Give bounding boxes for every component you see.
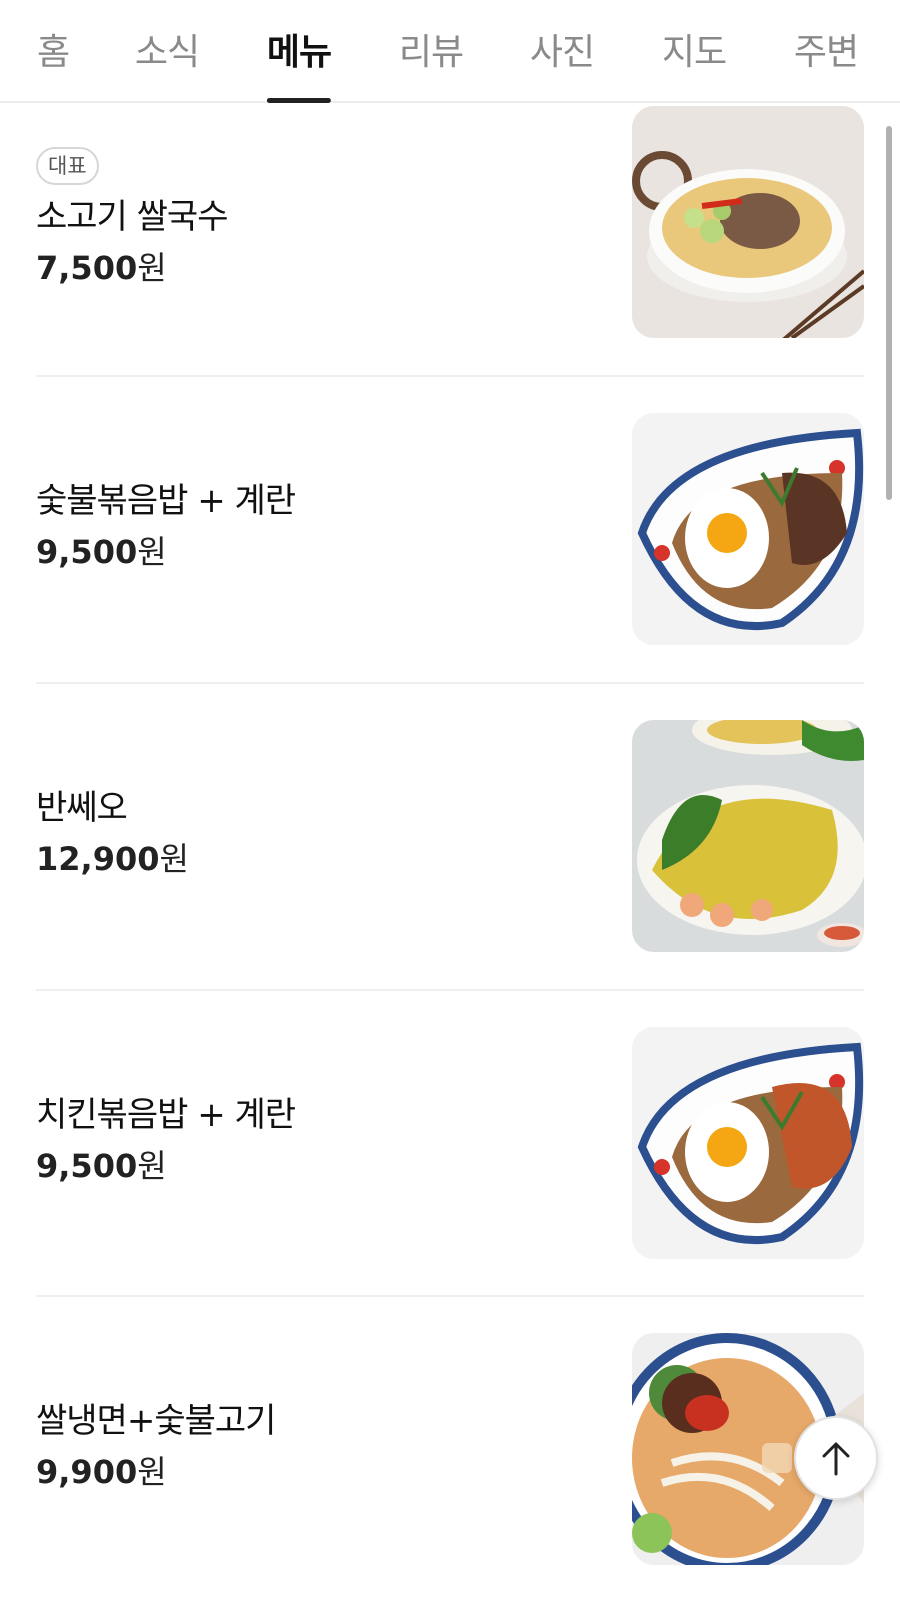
menu-item[interactable]: 쌀냉면+숯불고기 9,900원 [36, 1297, 864, 1607]
tab-home[interactable]: 홈 [37, 0, 70, 103]
tab-map[interactable]: 지도 [662, 0, 727, 103]
tab-reviews[interactable]: 리뷰 [399, 0, 464, 103]
menu-item-name: 숯불볶음밥 + 계란 [36, 481, 296, 521]
menu-item-price: 7,500원 [36, 249, 167, 287]
menu-item-price: 12,900원 [36, 840, 189, 878]
menu-item-name: 쌀냉면+숯불고기 [36, 1401, 276, 1441]
scrollbar[interactable] [886, 126, 892, 500]
tab-menu[interactable]: 메뉴 [266, 0, 332, 103]
menu-item-name: 치킨볶음밥 + 계란 [36, 1095, 296, 1135]
menu-item[interactable]: 반쎄오 12,900원 [36, 684, 864, 991]
menu-item-text: 반쎄오 12,900원 [36, 786, 189, 880]
menu-item[interactable]: 숯불볶음밥 + 계란 9,500원 [36, 377, 864, 684]
beef-pho-photo[interactable] [632, 106, 864, 338]
menu-item[interactable]: 대표 소고기 쌀국수 7,500원 [36, 103, 864, 377]
tab-photos[interactable]: 사진 [530, 0, 595, 103]
tab-news[interactable]: 소식 [135, 0, 200, 103]
banh-xeo-photo[interactable] [632, 720, 864, 952]
menu-item-text: 쌀냉면+숯불고기 9,900원 [36, 1399, 276, 1493]
chicken-fried-rice-photo[interactable] [632, 1027, 864, 1259]
charcoal-fried-rice-photo[interactable] [632, 413, 864, 645]
menu-item-name: 반쎄오 [36, 788, 128, 828]
menu-item-text: 숯불볶음밥 + 계란 9,500원 [36, 479, 296, 573]
tab-bar: 홈 소식 메뉴 리뷰 사진 지도 주변 [0, 0, 900, 103]
menu-item-price: 9,900원 [36, 1453, 167, 1491]
menu-item-name: 소고기 쌀국수 [36, 197, 228, 237]
menu-item[interactable]: 치킨볶음밥 + 계란 9,500원 [36, 991, 864, 1297]
tab-nearby[interactable]: 주변 [794, 0, 859, 103]
scroll-to-top-button[interactable] [794, 1416, 878, 1500]
menu-item-text: 대표 소고기 쌀국수 7,500원 [36, 147, 228, 289]
menu-item-price: 9,500원 [36, 533, 167, 571]
menu-item-text: 치킨볶음밥 + 계란 9,500원 [36, 1093, 296, 1187]
signature-badge: 대표 [36, 147, 99, 185]
arrow-up-icon [822, 1442, 850, 1476]
menu-item-price: 9,500원 [36, 1147, 167, 1185]
